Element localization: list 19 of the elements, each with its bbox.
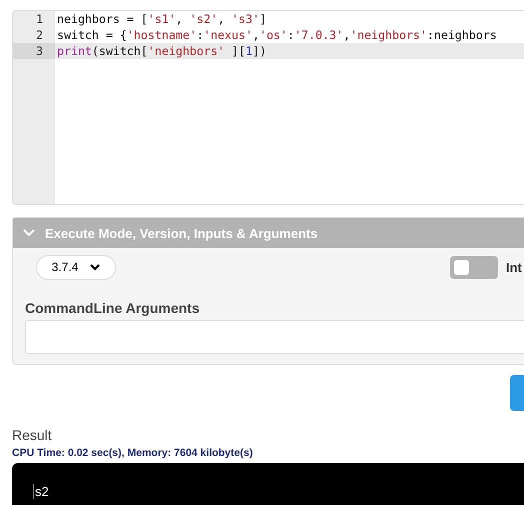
result-stats: CPU Time: 0.02 sec(s), Memory: 7604 kilobyte(s) <box>12 447 254 459</box>
output-text: s2 <box>33 484 49 499</box>
panel-title: Execute Mode, Version, Inputs & Arguments <box>45 226 318 240</box>
code-line: print(switch['neighbors' ][1]) <box>57 43 266 59</box>
arguments-label: CommandLine Arguments <box>25 300 200 316</box>
version-dropdown[interactable]: 3.7.4 <box>36 254 116 280</box>
line-number: 3 <box>35 43 43 59</box>
code-line: switch = {'hostname':'nexus','os':'7.0.3','neighbors':neighbors <box>57 27 497 43</box>
line-number: 2 <box>35 27 43 43</box>
caret-icon <box>90 264 100 270</box>
toggle-switch[interactable] <box>450 256 498 278</box>
execute-button[interactable] <box>510 375 524 411</box>
result-title: Result <box>12 427 53 443</box>
line-number: 1 <box>35 11 43 27</box>
chevron-icon <box>23 229 35 237</box>
toggle-label: Int <box>506 260 522 274</box>
arguments-field[interactable] <box>25 320 524 354</box>
code-editor[interactable]: 1 neighbors = ['s1', 's2', 's3'] 2 switch = {'hostname':'nexus','os':'7.0.3','neighbors':neighbors 3 print(switch['neighbors' ][1]) <box>12 10 524 205</box>
code-line: neighbors = ['s1', 's2', 's3'] <box>57 11 266 27</box>
